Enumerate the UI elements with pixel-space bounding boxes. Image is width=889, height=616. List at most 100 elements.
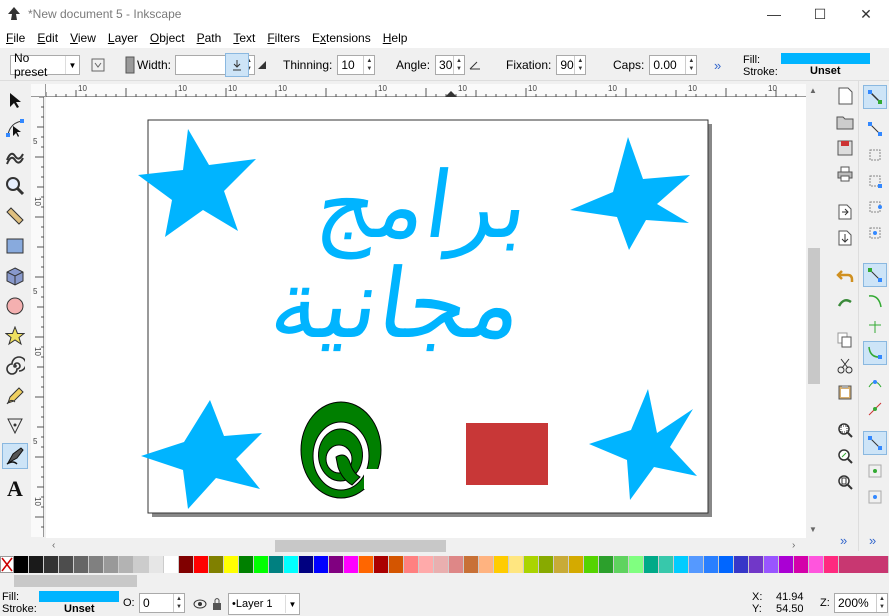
selector-tool[interactable]: [2, 87, 28, 113]
palette-swatch[interactable]: [659, 556, 674, 573]
palette-swatch[interactable]: [239, 556, 254, 573]
palette-swatch[interactable]: [779, 556, 794, 573]
palette-swatch[interactable]: [194, 556, 209, 573]
menu-edit[interactable]: Edit: [31, 31, 64, 45]
horizontal-ruler[interactable]: 10 10 10 10 10 10 10 10 10 10: [45, 84, 806, 97]
menu-text[interactable]: Text: [227, 31, 261, 45]
use-tilt-icon[interactable]: [468, 59, 482, 71]
zoom-selection-button[interactable]: [834, 419, 856, 441]
close-button[interactable]: ✕: [843, 0, 889, 28]
snap-bbox-corner-button[interactable]: [863, 169, 887, 193]
3d-box-tool[interactable]: [2, 263, 28, 289]
palette-swatch[interactable]: [584, 556, 599, 573]
palette-swatch[interactable]: [734, 556, 749, 573]
snap-nodes-button[interactable]: [863, 263, 887, 287]
fill-swatch[interactable]: [781, 53, 870, 64]
menu-layer[interactable]: Layer: [102, 31, 144, 45]
horizontal-scrollbar[interactable]: ‹ ›: [46, 538, 806, 554]
palette-swatch[interactable]: [44, 556, 59, 573]
snap-others-button[interactable]: [863, 431, 887, 455]
scroll-right-icon[interactable]: ›: [792, 540, 795, 551]
zoom-tool[interactable]: [2, 173, 28, 199]
calligraphy-text-line2[interactable]: مجانية: [264, 247, 530, 359]
palette-swatch[interactable]: [494, 556, 509, 573]
snap-overflow-button[interactable]: »: [869, 533, 876, 548]
palette-swatch[interactable]: [719, 556, 734, 573]
snap-smooth-nodes-button[interactable]: [863, 371, 887, 395]
palette-swatch[interactable]: [269, 556, 284, 573]
toolbar-overflow-button[interactable]: »: [714, 55, 721, 75]
palette-swatch[interactable]: [314, 556, 329, 573]
star-tool[interactable]: [2, 323, 28, 349]
palette-swatch[interactable]: [419, 556, 434, 573]
calligraphy-tool[interactable]: [2, 443, 28, 469]
layer-select[interactable]: •Layer 1 ▼: [228, 593, 300, 615]
preset-save-icon[interactable]: [90, 57, 106, 73]
palette-swatch[interactable]: [179, 556, 194, 573]
palette-swatch[interactable]: [284, 556, 299, 573]
menu-help[interactable]: Help: [377, 31, 414, 45]
palette-swatch[interactable]: [134, 556, 149, 573]
undo-button[interactable]: [834, 265, 856, 287]
snap-cusp-nodes-button[interactable]: [863, 341, 887, 365]
ellipse-tool[interactable]: [2, 293, 28, 319]
palette-swatch[interactable]: [569, 556, 584, 573]
angle-spinbox[interactable]: 30 ▲ ▼: [435, 55, 466, 75]
palette-swatch[interactable]: [479, 556, 494, 573]
spin-arrows-icon[interactable]: ▲ ▼: [685, 56, 696, 74]
palette-scroll-thumb[interactable]: [14, 575, 137, 587]
menu-extensions[interactable]: Extensions: [306, 31, 377, 45]
lock-icon[interactable]: [211, 597, 223, 611]
snap-bbox-center-button[interactable]: [863, 221, 887, 245]
palette-swatch[interactable]: [29, 556, 44, 573]
palette-swatch[interactable]: [74, 556, 89, 573]
menu-view[interactable]: View: [64, 31, 102, 45]
import-button[interactable]: [834, 201, 856, 223]
caps-spinbox[interactable]: 0.00 ▲ ▼: [649, 55, 698, 75]
spiral-shape[interactable]: [300, 401, 382, 499]
palette-swatch[interactable]: [599, 556, 614, 573]
minimize-button[interactable]: —: [751, 0, 797, 28]
palette-swatch[interactable]: [689, 556, 704, 573]
palette-swatch[interactable]: [704, 556, 719, 573]
preset-select[interactable]: No preset ▼: [10, 51, 80, 79]
red-rectangle[interactable]: [466, 423, 548, 485]
pencil-tool[interactable]: [2, 383, 28, 409]
text-tool[interactable]: A: [2, 475, 28, 501]
palette-swatch[interactable]: [149, 556, 164, 573]
zoom-drawing-button[interactable]: [834, 445, 856, 467]
scroll-down-icon[interactable]: ▼: [809, 525, 817, 534]
palette-swatch[interactable]: [644, 556, 659, 573]
maximize-button[interactable]: ☐: [797, 0, 843, 28]
spin-arrows-icon[interactable]: ▲ ▼: [363, 56, 374, 74]
snap-object-midpoints-button[interactable]: [863, 459, 887, 483]
open-button[interactable]: [834, 111, 856, 133]
snap-paths-button[interactable]: [863, 289, 887, 313]
save-button[interactable]: [834, 137, 856, 159]
stroke-value[interactable]: Unset: [810, 65, 841, 77]
snap-bbox-edge-button[interactable]: [863, 143, 887, 167]
tweak-tool[interactable]: [2, 143, 28, 169]
palette-swatch[interactable]: [299, 556, 314, 573]
spin-arrows-icon[interactable]: ▲ ▼: [173, 594, 184, 612]
palette-swatch[interactable]: [434, 556, 449, 573]
palette-swatch[interactable]: [674, 556, 689, 573]
palette-swatch[interactable]: [329, 556, 344, 573]
thinning-spinbox[interactable]: 10 ▲ ▼: [337, 55, 376, 75]
spiral-tool[interactable]: [2, 353, 28, 379]
palette-swatch[interactable]: [404, 556, 419, 573]
palette-swatch[interactable]: [554, 556, 569, 573]
snap-bbox-midpoint-button[interactable]: [863, 195, 887, 219]
zoom-spinbox[interactable]: 200% ▲ ▼: [834, 593, 888, 613]
vertical-scrollbar[interactable]: ▲ ▼: [806, 84, 822, 538]
palette-swatch[interactable]: [224, 556, 239, 573]
palette-swatch[interactable]: [749, 556, 764, 573]
palette-swatch[interactable]: [254, 556, 269, 573]
palette-swatch[interactable]: [389, 556, 404, 573]
scroll-left-icon[interactable]: ‹: [52, 540, 55, 551]
spin-arrows-icon[interactable]: ▲ ▼: [453, 56, 464, 74]
palette-scrollbar[interactable]: [0, 573, 889, 589]
palette-swatch[interactable]: [89, 556, 104, 573]
commands-overflow-button[interactable]: »: [840, 533, 847, 548]
palette-swatch[interactable]: [794, 556, 809, 573]
